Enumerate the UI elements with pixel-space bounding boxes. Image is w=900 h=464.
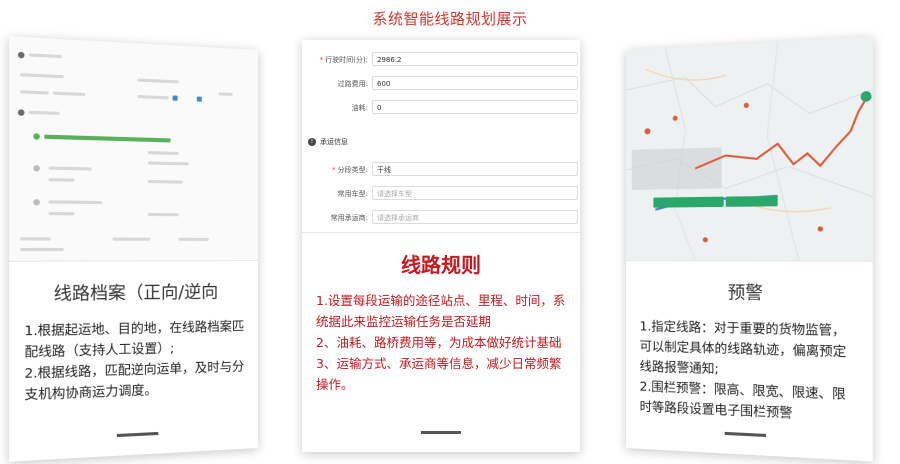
tag-icon <box>172 95 178 101</box>
route-label <box>653 196 724 208</box>
step-icon <box>33 199 40 206</box>
card-description: 1.指定线路：对于重要的货物监管，可以制定具体的线路轨迹，偏离预定线路报警通知;… <box>639 318 847 421</box>
route-archive-screenshot <box>9 36 259 262</box>
waypoint-icon <box>743 102 749 109</box>
toll-input[interactable]: 600 <box>372 76 578 90</box>
fuel-input[interactable]: 0 <box>372 100 578 114</box>
card-heading: 预警 <box>727 282 763 305</box>
waypoint-icon <box>672 115 678 121</box>
check-icon <box>33 133 40 140</box>
route-map[interactable] <box>626 36 873 262</box>
vehicle-type-select[interactable]: 请选择车型 <box>372 186 578 200</box>
info-icon: ! <box>308 138 316 146</box>
waypoint-icon <box>644 128 651 135</box>
card-heading: 线路档案（正向/逆向 <box>53 282 219 306</box>
tag-icon <box>196 96 202 102</box>
drive-time-input[interactable]: 2986.2 <box>372 52 578 66</box>
destination-marker-icon <box>860 90 872 103</box>
route-label <box>725 195 778 207</box>
bullet-icon <box>17 51 25 59</box>
waypoint-icon <box>817 226 823 232</box>
card-description: 1.设置每段运输的途径站点、里程、时间，系统据此来监控运输任务是否延期 2、油耗… <box>316 293 566 392</box>
carrier-select[interactable]: 请选择承运商 <box>372 210 578 224</box>
page-title: 系统智能线路规划展示 <box>372 10 528 28</box>
bullet-icon <box>17 109 25 116</box>
route-line <box>695 99 866 169</box>
section-title: ! 承运信息 <box>308 137 348 147</box>
map-svg <box>626 36 873 260</box>
card-heading: 线路规则 <box>401 253 481 277</box>
form-row: * 行驶时间(分): 2986.2 <box>302 52 580 70</box>
form-row: 常用承运商: 请选择承运商 <box>302 210 580 228</box>
form-row: 过路费用: 600 <box>302 76 580 94</box>
card-alerts: 预警 1.指定线路：对于重要的货物监管，可以制定具体的线路轨迹，偏离预定线路报警… <box>626 36 873 462</box>
divider-bar <box>724 431 767 438</box>
card-route-rules: * 行驶时间(分): 2986.2 过路费用: 600 油耗: 0 ! 承运信息 *… <box>302 40 580 452</box>
card-description: 1.根据起运地、目的地，在线路档案匹配线路（支持人工设置）; 2.根据线路，匹配… <box>24 318 245 403</box>
form-row: 油耗: 0 <box>302 100 580 118</box>
segment-type-select[interactable]: 干线 <box>372 162 578 176</box>
form-row: * 分段类型: 干线 <box>302 162 580 180</box>
card-route-archive: 线路档案（正向/逆向 1.根据起运地、目的地，在线路档案匹配线路（支持人工设置）… <box>9 36 259 462</box>
divider-bar <box>421 431 461 434</box>
waypoint-icon <box>702 237 708 243</box>
blurred-region <box>631 147 722 190</box>
form-row: 常用车型: 请选择车型 <box>302 186 580 204</box>
route-rules-form: * 行驶时间(分): 2986.2 过路费用: 600 油耗: 0 ! 承运信息 *… <box>302 40 580 233</box>
divider-bar <box>116 431 159 438</box>
step-icon <box>33 165 40 172</box>
